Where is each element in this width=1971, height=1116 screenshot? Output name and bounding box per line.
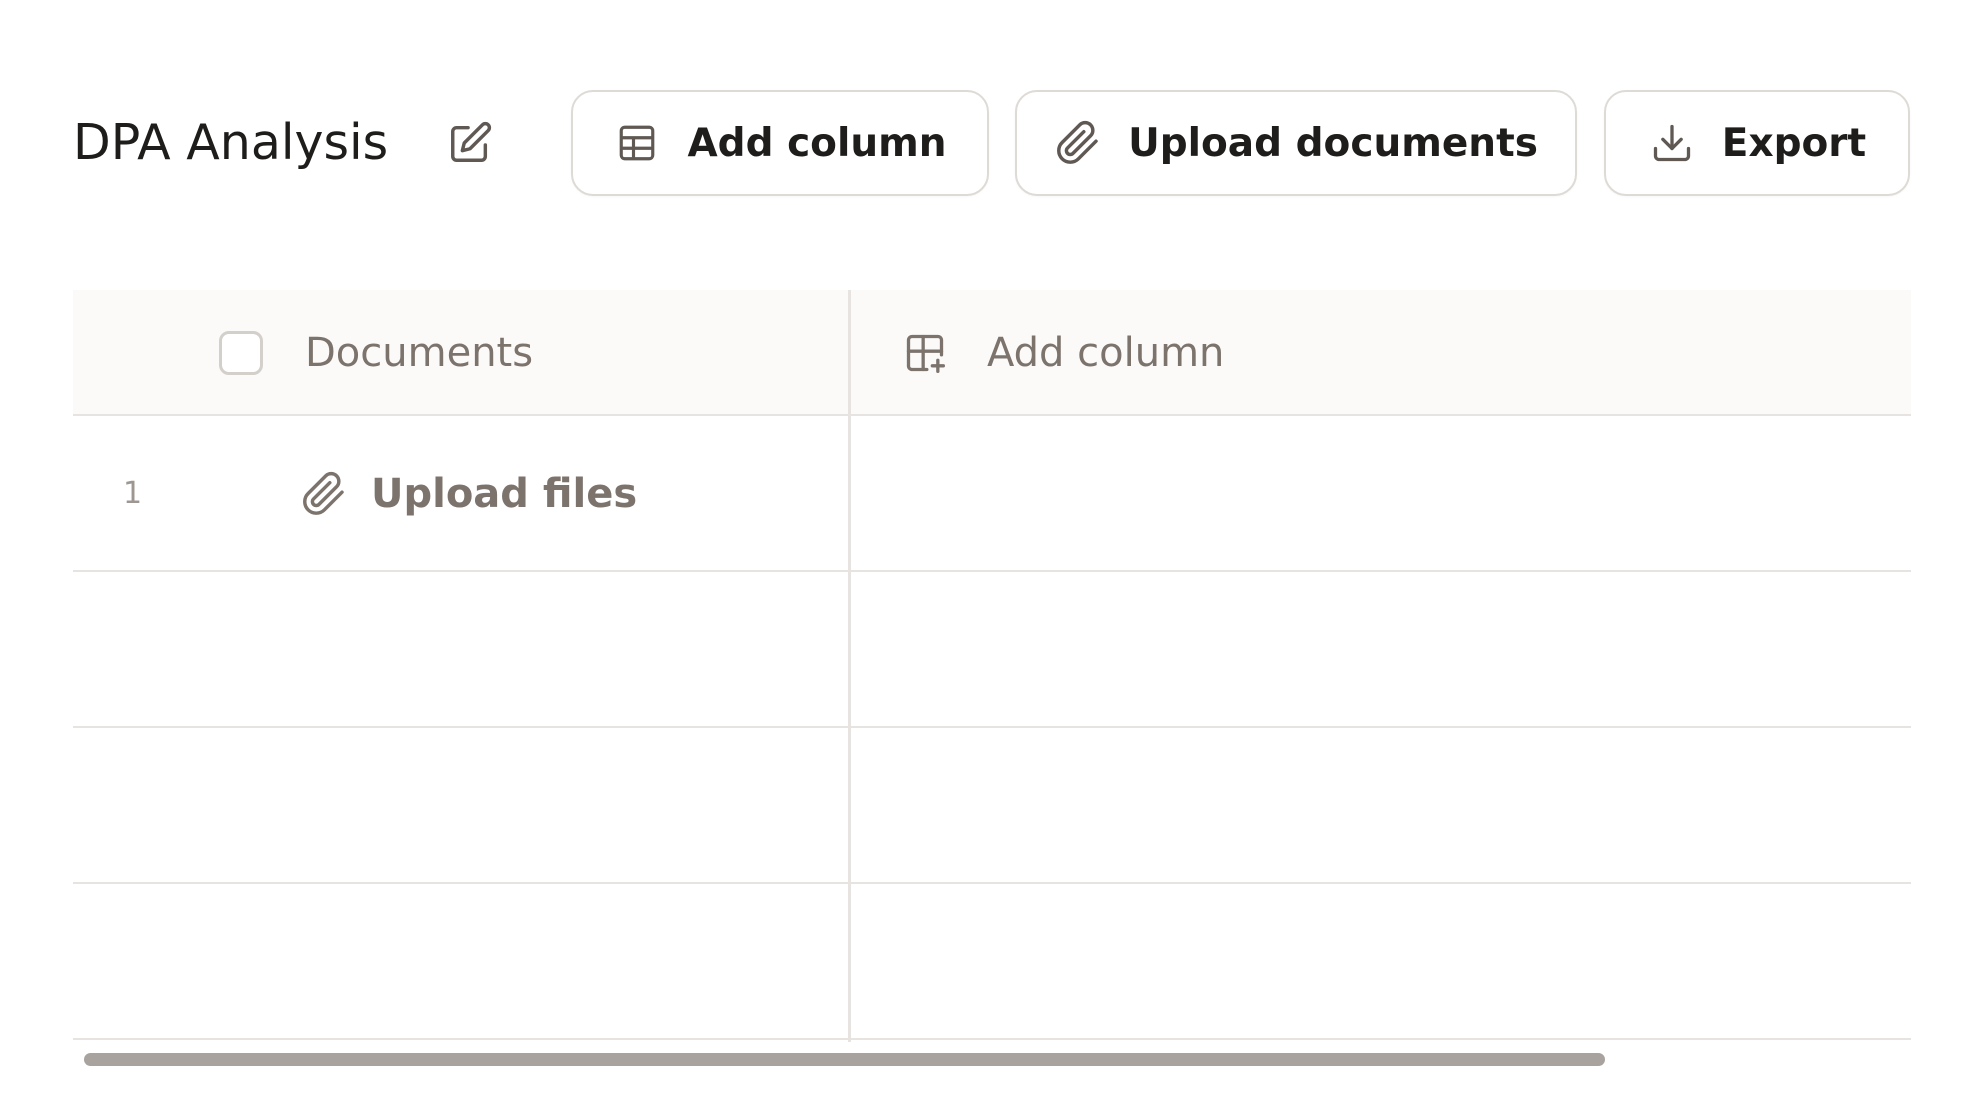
column-header-documents: Documents <box>305 330 534 376</box>
table-icon <box>613 119 661 167</box>
table-row <box>73 572 1911 728</box>
upload-files-label: Upload files <box>371 471 638 517</box>
upload-documents-button-label: Upload documents <box>1128 120 1538 166</box>
table-row: 1 Upload files <box>73 416 1911 572</box>
paperclip-icon <box>1054 119 1102 167</box>
table-row <box>73 728 1911 884</box>
download-icon <box>1648 119 1696 167</box>
add-column-button-label: Add column <box>687 120 947 166</box>
add-column-icon <box>901 329 949 377</box>
select-all-checkbox[interactable] <box>219 331 263 375</box>
export-button-label: Export <box>1721 120 1867 166</box>
add-column-header-button[interactable]: Add column <box>901 316 1224 390</box>
upload-documents-button[interactable]: Upload documents <box>1015 90 1577 196</box>
table-header: Documents Add column <box>73 290 1911 416</box>
column-divider <box>848 290 851 1042</box>
page-header: DPA Analysis Add column Upload documents… <box>73 90 1911 200</box>
horizontal-scrollbar[interactable] <box>84 1053 1605 1066</box>
paperclip-icon <box>301 471 347 517</box>
upload-files-button[interactable]: Upload files <box>301 466 637 522</box>
edit-title-button[interactable] <box>443 118 497 172</box>
add-column-header-label: Add column <box>987 330 1225 376</box>
dpa-analysis-page: DPA Analysis Add column Upload documents… <box>0 0 1971 1116</box>
row-number: 1 <box>123 476 143 511</box>
documents-table: Documents Add column 1 Upload files <box>73 290 1911 1042</box>
table-row <box>73 884 1911 1040</box>
page-title: DPA Analysis <box>73 114 389 171</box>
edit-icon <box>447 120 493 170</box>
add-column-button[interactable]: Add column <box>571 90 989 196</box>
export-button[interactable]: Export <box>1604 90 1910 196</box>
